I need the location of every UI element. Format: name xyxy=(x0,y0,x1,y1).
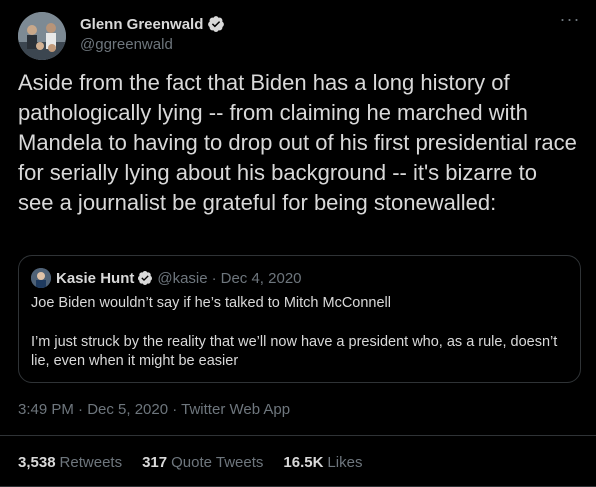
divider xyxy=(0,435,596,436)
quote-tweets-label: Quote Tweets xyxy=(171,454,264,471)
author-avatar[interactable] xyxy=(18,12,66,60)
quoted-tweet[interactable]: Kasie Hunt @kasie · Dec 4, 2020 Joe Bide… xyxy=(18,255,581,383)
verified-badge-icon xyxy=(137,270,153,286)
quoted-text-line-1: Joe Biden wouldn’t say if he’s talked to… xyxy=(31,295,392,311)
quote-tweets-count: 317 xyxy=(142,454,168,471)
tweet-header: Glenn Greenwald @ggreenwald ··· xyxy=(18,10,582,60)
likes-stat[interactable]: 16.5K Likes xyxy=(283,454,362,471)
tweet-timestamp[interactable]: 3:49 PM · Dec 5, 2020 · Twitter Web App xyxy=(18,401,290,418)
quoted-author-handle: @kasie xyxy=(157,269,208,287)
verified-badge-icon xyxy=(207,15,225,33)
tweet-text: Aside from the fact that Biden has a lon… xyxy=(18,70,577,215)
quote-tweets-stat[interactable]: 317 Quote Tweets xyxy=(142,454,263,471)
likes-label: Likes xyxy=(327,454,363,471)
quoted-date: Dec 4, 2020 xyxy=(220,269,302,287)
tweet-stats: 3,538 Retweets 317 Quote Tweets 16.5K Likes xyxy=(18,454,382,471)
more-options-icon[interactable]: ··· xyxy=(558,10,582,34)
retweets-count: 3,538 xyxy=(18,454,56,471)
author-name[interactable]: Glenn Greenwald xyxy=(80,16,203,33)
quoted-text-line-2: I’m just struck by the reality that we’l… xyxy=(31,334,558,369)
quoted-author-name: Kasie Hunt xyxy=(56,269,135,287)
quoted-separator: · xyxy=(211,269,217,287)
likes-count: 16.5K xyxy=(283,454,324,471)
retweets-stat[interactable]: 3,538 Retweets xyxy=(18,454,122,471)
quoted-author-avatar xyxy=(31,268,51,288)
retweets-label: Retweets xyxy=(59,454,123,471)
author-handle[interactable]: @ggreenwald xyxy=(80,36,173,53)
